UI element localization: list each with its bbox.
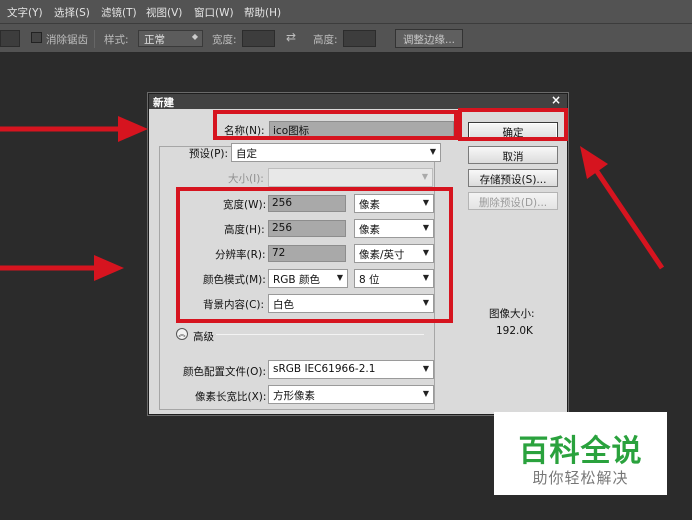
watermark-logo: 百科全说 助你轻松解决 [494,412,667,495]
watermark-subtitle: 助你轻松解决 [532,469,629,487]
arrow-to-settings-icon [0,255,124,281]
watermark-title: 百科全说 [518,434,643,469]
arrow-to-name-icon [0,116,148,142]
arrow-to-ok-icon [580,146,665,270]
